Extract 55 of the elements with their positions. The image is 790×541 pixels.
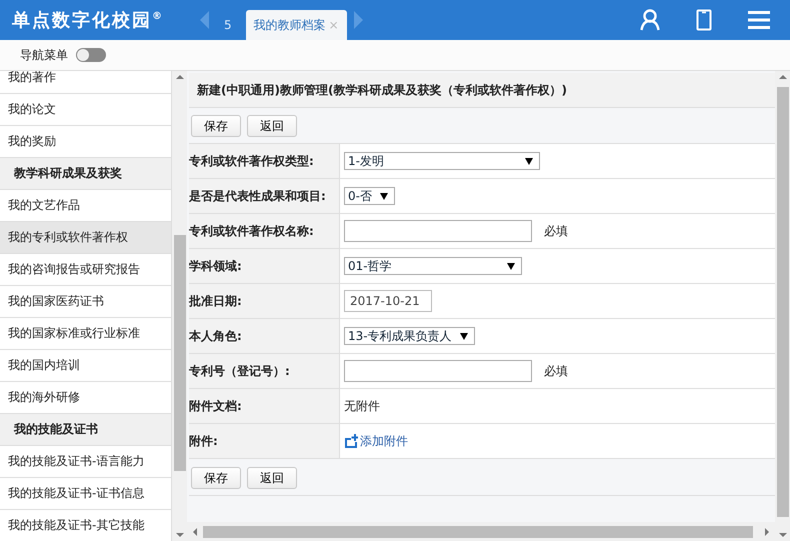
sidebar-heading: 我的技能及证书 xyxy=(0,414,171,446)
sidebar-item[interactable]: 我的咨询报告或研究报告 xyxy=(0,254,171,286)
dropdown-icon xyxy=(380,192,388,200)
form-title: 新建(中职通用)教师管理(教学科研成果及获奖（专利或软件著作权）) xyxy=(189,73,775,108)
sidebar-item[interactable]: 我的技能及证书-语言能力 xyxy=(0,446,171,478)
user-icon[interactable] xyxy=(640,9,660,31)
add-file-icon[interactable] xyxy=(344,434,358,448)
scroll-right-icon[interactable] xyxy=(352,11,363,29)
dropdown-icon xyxy=(525,158,533,164)
sidebar-item[interactable]: 我的国内培训 xyxy=(0,350,171,382)
scroll-left-icon[interactable] xyxy=(200,11,210,29)
sidebar-item[interactable]: 我的技能及证书-其它技能 xyxy=(0,510,171,541)
field-label: 附件: xyxy=(189,424,340,458)
phone-icon[interactable] xyxy=(696,9,712,31)
field-label: 附件文档: xyxy=(189,389,340,423)
field-label: 专利或软件著作权类型: xyxy=(189,144,340,178)
tab-label: 5 xyxy=(224,18,232,32)
form-button[interactable]: 保存 xyxy=(191,115,241,137)
add-attachment-link[interactable]: 添加附件 xyxy=(360,432,408,450)
sidebar-item[interactable]: 我的技能及证书-证书信息 xyxy=(0,478,171,510)
field-label: 本人角色: xyxy=(189,319,340,353)
nav-menu-label: 导航菜单 xyxy=(20,46,68,64)
sidebar-item[interactable]: 我的国家医药证书 xyxy=(0,286,171,318)
sidebar-item[interactable]: 我的著作 xyxy=(0,71,171,94)
dropdown-icon xyxy=(507,262,515,270)
form-button[interactable]: 返回 xyxy=(247,467,297,489)
sidebar-heading: 教学科研成果及获奖 xyxy=(0,158,171,190)
required-note: 必填 xyxy=(544,222,568,240)
form-button[interactable]: 返回 xyxy=(247,115,297,137)
field-label: 批准日期: xyxy=(189,284,340,318)
select-field[interactable]: 13-专利成果负责人 xyxy=(344,327,475,345)
field-label: 专利号（登记号）: xyxy=(189,354,340,388)
dropdown-icon xyxy=(460,332,468,340)
sidebar-scrollbar[interactable] xyxy=(172,71,187,541)
field-label: 学科领域: xyxy=(189,249,340,283)
field-label: 是否是代表性成果和项目: xyxy=(189,179,340,213)
tab-label: 我的教师档案 xyxy=(254,16,326,34)
field-value: 无附件 xyxy=(344,398,380,414)
select-field[interactable]: 01-哲学 xyxy=(344,257,522,275)
input-field[interactable] xyxy=(344,360,532,382)
tab[interactable]: 我的教师档案 × xyxy=(246,10,347,40)
date-field[interactable]: 2017-10-21 xyxy=(344,290,432,312)
sidebar-item[interactable]: 我的专利或软件著作权 xyxy=(0,222,171,254)
nav-toggle[interactable] xyxy=(76,48,106,62)
field-label: 专利或软件著作权名称: xyxy=(189,214,340,248)
app-logo: 单点数字化校园$^{®}$ xyxy=(11,9,165,32)
form-button[interactable]: 保存 xyxy=(191,467,241,489)
main-scrollbar[interactable] xyxy=(775,71,790,541)
menu-icon[interactable] xyxy=(748,11,770,29)
required-note: 必填 xyxy=(544,362,568,380)
sidebar-item[interactable]: 我的国家标准或行业标准 xyxy=(0,318,171,350)
sidebar-item[interactable]: 我的论文 xyxy=(0,94,171,126)
select-field[interactable]: 0-否 xyxy=(344,187,395,205)
input-field[interactable] xyxy=(344,220,532,242)
select-field[interactable]: 1-发明 xyxy=(344,152,540,170)
